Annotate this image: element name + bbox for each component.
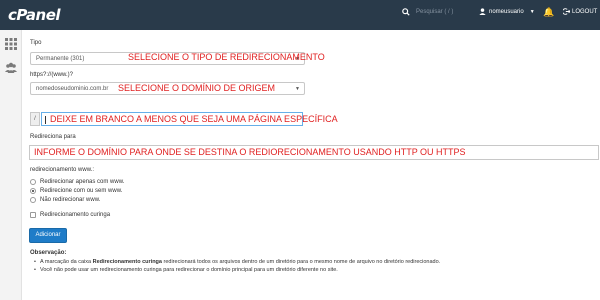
radio-label: Não redirecionar www. (40, 197, 101, 203)
radio-www-only[interactable]: Redirecionar apenas com www. (30, 179, 124, 185)
type-annotation: SELECIONE O TIPO DE REDIRECIONAMENTO (128, 52, 325, 62)
search-placeholder: Pesquisar ( / ) (416, 9, 454, 15)
cpanel-logo[interactable]: cPanel (8, 6, 61, 24)
user-icon (479, 8, 486, 15)
logout-icon (563, 8, 570, 15)
observation-text: redirecionará todos os arquivos dentro d… (161, 259, 441, 265)
redirect-form: Tipo Permanente (301) ▼ SELECIONE O TIPO… (22, 30, 600, 300)
type-label: Tipo (30, 40, 42, 46)
path-annotation: DEIXE EM BRANCO A MENOS QUE SEJA UMA PÁG… (50, 114, 338, 124)
wildcard-checkbox-row[interactable]: Redirecionamento curinga (30, 212, 110, 218)
domain-annotation: SELECIONE O DOMÍNIO DE ORIGEM (118, 83, 276, 93)
radio-label: Redirecione com ou sem www. (40, 188, 123, 194)
path-prefix: / (30, 112, 40, 126)
top-navbar: cPanel Pesquisar ( / ) nomeusuario ▼ 🔔 L… (0, 0, 600, 30)
add-button[interactable]: Adicionar (29, 228, 67, 243)
chevron-down-icon: ▼ (529, 8, 535, 15)
observation-item: Você não pode usar um redirecionamento c… (34, 266, 440, 274)
grid-icon[interactable] (5, 38, 17, 50)
radio-button[interactable] (30, 179, 36, 185)
radio-no-www[interactable]: Não redirecionar www. (30, 197, 100, 203)
radio-button-selected[interactable] (30, 188, 36, 194)
observation-title: Observação: (30, 250, 67, 256)
sidebar (0, 30, 22, 300)
observation-bold-text: Redirecionamento curinga (92, 259, 162, 265)
text-cursor (45, 116, 46, 124)
redirect-annotation: INFORME O DOMÍNIO PARA ONDE SE DESTINA O… (34, 147, 466, 157)
chevron-down-icon: ▼ (295, 86, 300, 92)
radio-button[interactable] (30, 197, 36, 203)
logout-label: LOGOUT (572, 8, 598, 15)
observation-list: A marcação da caixa Redirecionamento cur… (34, 258, 441, 274)
observation-text: A marcação da caixa (40, 259, 93, 265)
domain-select-value: nomedoseudominio.com.br (36, 86, 109, 92)
radio-www-either[interactable]: Redirecione com ou sem www. (30, 188, 122, 194)
logout-button[interactable]: LOGOUT (563, 8, 597, 15)
search-box[interactable]: Pesquisar ( / ) (402, 8, 453, 16)
radio-label: Redirecionar apenas com www. (40, 179, 125, 185)
search-icon (402, 8, 410, 16)
wildcard-checkbox[interactable] (30, 212, 36, 218)
username-label: nomeusuario (489, 8, 524, 15)
domain-label: https?://(www.)? (30, 72, 74, 78)
observation-item: A marcação da caixa Redirecionamento cur… (34, 258, 441, 266)
redirect-to-label: Redireciona para (30, 134, 76, 140)
type-select-value: Permanente (301) (36, 56, 85, 62)
www-label: redirecionamento www.: (30, 167, 95, 173)
bell-icon[interactable]: 🔔 (543, 7, 554, 18)
wildcard-label: Redirecionamento curinga (40, 212, 111, 218)
users-icon[interactable] (5, 62, 17, 74)
user-menu[interactable]: nomeusuario ▼ (479, 8, 535, 15)
